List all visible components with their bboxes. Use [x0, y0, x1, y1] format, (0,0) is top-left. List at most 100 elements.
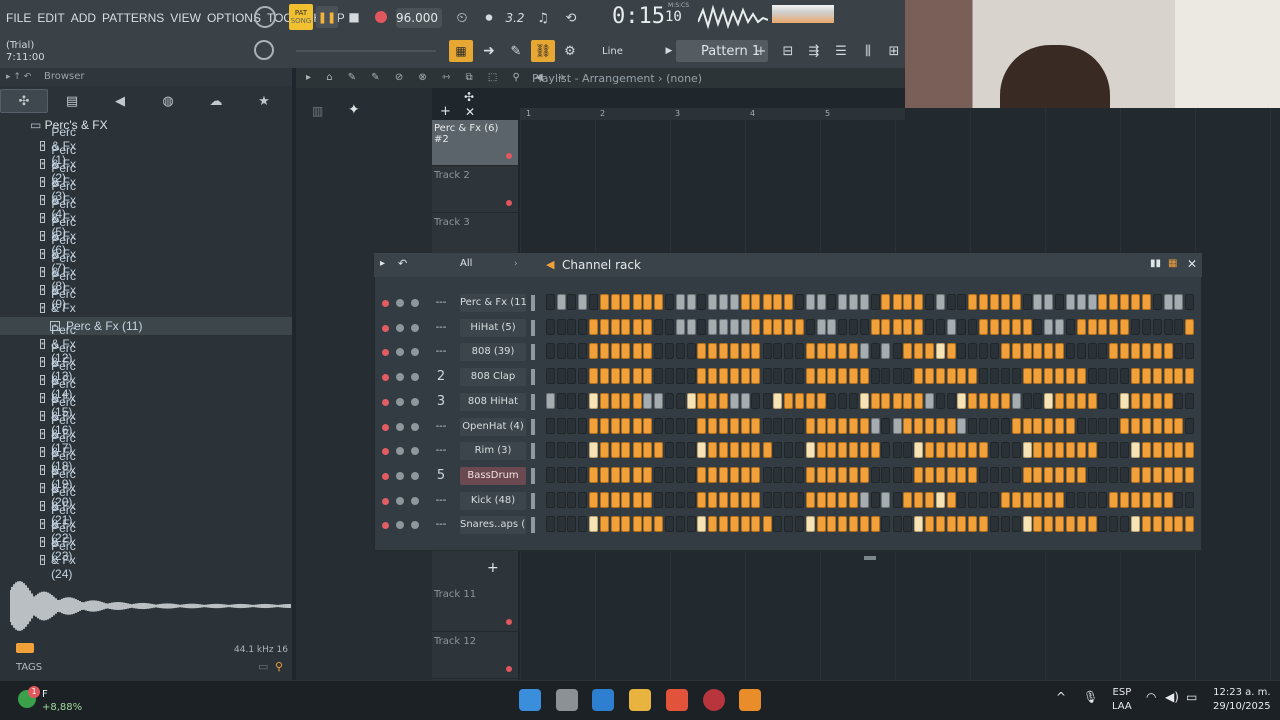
step-button[interactable]: [914, 491, 924, 508]
channel-name-button[interactable]: OpenHat (4): [460, 417, 526, 436]
step-button[interactable]: [860, 294, 870, 310]
draw-icon[interactable]: ✎: [504, 40, 528, 62]
step-button[interactable]: [686, 368, 696, 385]
channel-mute-led[interactable]: [382, 448, 389, 456]
step-button[interactable]: [567, 442, 577, 459]
step-button[interactable]: [719, 294, 729, 310]
menu-options[interactable]: OPTIONS: [207, 11, 261, 25]
graph-editor-icon[interactable]: ▮▮: [1150, 258, 1161, 269]
step-button[interactable]: [1000, 368, 1010, 385]
step-button[interactable]: [676, 417, 686, 434]
picker-icon[interactable]: ▥: [312, 104, 323, 118]
step-button[interactable]: [556, 392, 566, 409]
channel-mute-led[interactable]: [382, 324, 389, 332]
step-button[interactable]: [751, 318, 761, 335]
step-button[interactable]: [924, 466, 934, 483]
step-button[interactable]: [1109, 343, 1119, 360]
channel-mute-led[interactable]: [382, 374, 389, 382]
step-button[interactable]: [903, 491, 913, 508]
channel-pan-knob[interactable]: [411, 348, 419, 357]
step-button[interactable]: [1098, 318, 1108, 335]
step-button[interactable]: [794, 392, 804, 409]
step-button[interactable]: [751, 343, 761, 360]
step-button[interactable]: [827, 516, 837, 533]
app-icon[interactable]: [703, 689, 725, 711]
step-button[interactable]: [708, 343, 718, 360]
step-button[interactable]: [1054, 491, 1064, 508]
step-button[interactable]: [1033, 417, 1043, 434]
step-button[interactable]: [654, 392, 664, 409]
step-button[interactable]: [664, 392, 674, 409]
step-button[interactable]: [1000, 294, 1010, 310]
step-button[interactable]: [1087, 318, 1097, 335]
step-button[interactable]: [773, 417, 783, 434]
step-button[interactable]: [643, 466, 653, 483]
step-button[interactable]: [1152, 318, 1162, 335]
step-button[interactable]: [740, 442, 750, 459]
step-button[interactable]: [1033, 392, 1043, 409]
step-button[interactable]: [686, 417, 696, 434]
step-button[interactable]: [751, 466, 761, 483]
step-button[interactable]: [708, 294, 718, 310]
step-button[interactable]: [589, 466, 599, 483]
step-button[interactable]: [1022, 294, 1032, 310]
step-button[interactable]: [567, 294, 577, 310]
step-button[interactable]: [697, 294, 707, 310]
menu-patterns[interactable]: PATTERNS: [102, 11, 164, 25]
step-button[interactable]: [751, 392, 761, 409]
channel-name-button[interactable]: Kick (48): [460, 491, 526, 510]
step-button[interactable]: [1163, 491, 1173, 508]
step-button[interactable]: [946, 318, 956, 335]
brave-browser-icon[interactable]: [666, 689, 688, 711]
step-button[interactable]: [1174, 368, 1184, 385]
step-button[interactable]: [1109, 491, 1119, 508]
step-button[interactable]: [827, 442, 837, 459]
menu-add[interactable]: ADD: [71, 11, 96, 25]
step-button[interactable]: [1044, 294, 1054, 310]
step-button[interactable]: [827, 368, 837, 385]
step-button[interactable]: [697, 417, 707, 434]
step-button[interactable]: [936, 417, 946, 434]
step-button[interactable]: [806, 343, 816, 360]
step-button[interactable]: [1044, 417, 1054, 434]
step-button[interactable]: [1109, 294, 1119, 310]
step-button[interactable]: [719, 343, 729, 360]
step-button[interactable]: [968, 392, 978, 409]
step-button[interactable]: [1163, 318, 1173, 335]
step-button[interactable]: [806, 516, 816, 533]
step-button[interactable]: [1098, 466, 1108, 483]
step-button[interactable]: [600, 516, 610, 533]
step-button[interactable]: [556, 368, 566, 385]
step-button[interactable]: [556, 417, 566, 434]
playlist-mini-icon[interactable]: ✣: [464, 90, 474, 104]
step-button[interactable]: [849, 417, 859, 434]
step-button[interactable]: [610, 417, 620, 434]
step-button[interactable]: [578, 294, 588, 310]
step-button[interactable]: [1022, 343, 1032, 360]
step-button[interactable]: [632, 442, 642, 459]
step-button[interactable]: [849, 318, 859, 335]
step-button[interactable]: [816, 466, 826, 483]
step-button[interactable]: [567, 466, 577, 483]
step-button[interactable]: [610, 442, 620, 459]
step-button[interactable]: [816, 442, 826, 459]
step-button[interactable]: [708, 392, 718, 409]
step-button[interactable]: [870, 466, 880, 483]
step-button[interactable]: [914, 442, 924, 459]
mixer-icon[interactable]: ⚙: [558, 40, 582, 62]
step-button[interactable]: [827, 343, 837, 360]
step-button[interactable]: [600, 491, 610, 508]
windows-start-icon[interactable]: [519, 689, 541, 711]
channel-volume-knob[interactable]: [396, 521, 404, 530]
step-button[interactable]: [870, 442, 880, 459]
step-button[interactable]: [1022, 368, 1032, 385]
step-button[interactable]: [881, 343, 891, 360]
step-button[interactable]: [1109, 368, 1119, 385]
step-button[interactable]: [924, 343, 934, 360]
step-button[interactable]: [708, 368, 718, 385]
stock-widget[interactable]: F +8,88%: [42, 688, 82, 714]
step-button[interactable]: [664, 343, 674, 360]
step-button[interactable]: [676, 318, 686, 335]
step-button[interactable]: [600, 417, 610, 434]
step-button[interactable]: [1163, 368, 1173, 385]
